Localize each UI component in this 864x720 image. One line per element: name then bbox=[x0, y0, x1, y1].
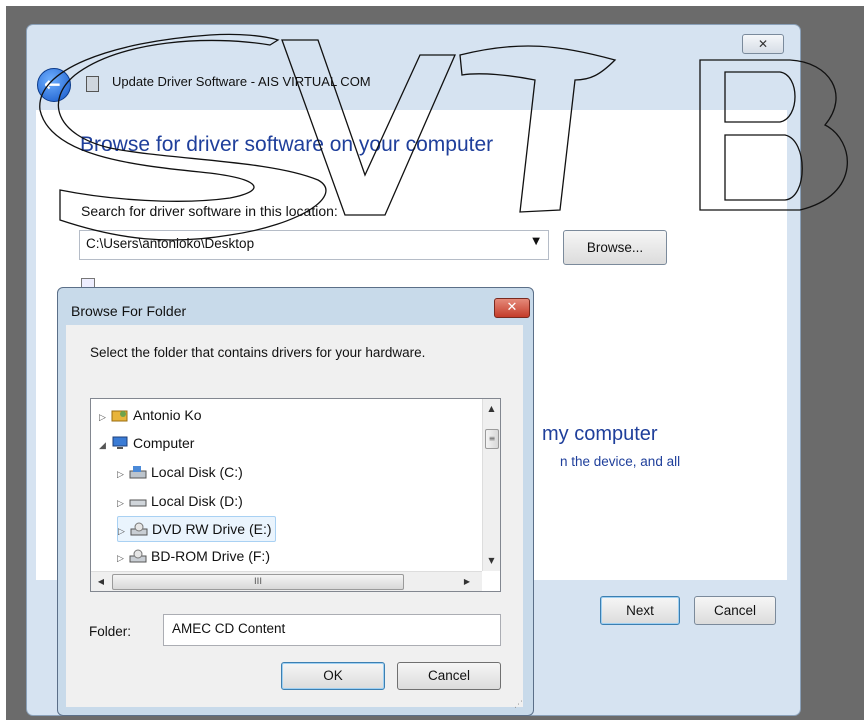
dialog-title: Browse For Folder bbox=[71, 303, 187, 319]
drive-icon bbox=[129, 491, 147, 507]
tree-item-dvd-rw-drive[interactable]: ▷ DVD RW Drive (E:) bbox=[117, 516, 276, 542]
horizontal-scrollbar[interactable]: ◀ III ▶ bbox=[91, 571, 482, 591]
folder-input-value: AMEC CD Content bbox=[172, 621, 286, 636]
tree-item-local-disk-d[interactable]: ▷ Local Disk (D:) bbox=[117, 489, 243, 513]
expand-icon[interactable]: ▷ bbox=[117, 546, 129, 570]
chevron-down-icon[interactable]: ▼ bbox=[532, 236, 540, 247]
resize-grip-icon[interactable]: ⋰ bbox=[514, 700, 523, 710]
user-folder-icon bbox=[111, 405, 129, 422]
tree-item-label: Local Disk (C:) bbox=[151, 464, 243, 480]
tree-item-computer[interactable]: ◢ Computer bbox=[99, 431, 194, 455]
tree-item-label: Computer bbox=[133, 435, 195, 451]
tree-item-local-disk-c[interactable]: ▷ Local Disk (C:) bbox=[117, 460, 243, 484]
location-value: C:\Users\antonioko\Desktop bbox=[86, 236, 255, 251]
horizontal-scroll-thumb[interactable]: III bbox=[112, 574, 404, 590]
bd-drive-icon bbox=[129, 546, 147, 563]
page-heading: Browse for driver software on your compu… bbox=[80, 133, 494, 156]
tree-item-label: Local Disk (D:) bbox=[151, 493, 243, 509]
back-button[interactable]: ← bbox=[37, 68, 71, 102]
location-combobox[interactable]: C:\Users\antonioko\Desktop ▼ bbox=[79, 230, 549, 260]
pick-from-list-description: n the device, and all bbox=[560, 454, 681, 469]
ok-button[interactable]: OK bbox=[281, 662, 385, 690]
dialog-cancel-button[interactable]: Cancel bbox=[397, 662, 501, 690]
folder-input[interactable]: AMEC CD Content bbox=[163, 614, 501, 646]
scroll-right-icon[interactable]: ▶ bbox=[459, 572, 475, 591]
tree-item-label: Antonio Ko bbox=[133, 407, 202, 423]
computer-icon bbox=[111, 433, 129, 449]
browse-button[interactable]: Browse... bbox=[563, 230, 667, 265]
vertical-scroll-thumb[interactable]: ≡ bbox=[485, 429, 499, 449]
dvd-drive-icon bbox=[130, 519, 148, 536]
expand-icon[interactable]: ▷ bbox=[117, 491, 129, 515]
folder-tree[interactable]: ▷ Antonio Ko ◢ Computer ▷ Local Disk (C:) ▷… bbox=[90, 398, 501, 592]
tree-item-antonio-ko[interactable]: ▷ Antonio Ko bbox=[99, 403, 202, 427]
next-button[interactable]: Next bbox=[600, 596, 680, 625]
scroll-left-icon[interactable]: ◀ bbox=[93, 572, 109, 591]
cancel-button[interactable]: Cancel bbox=[694, 596, 776, 625]
window-title: Update Driver Software - AIS VIRTUAL COM bbox=[112, 74, 371, 89]
back-arrow-icon: ← bbox=[44, 72, 61, 96]
vertical-scrollbar[interactable]: ▲ ≡ ▼ bbox=[482, 399, 500, 571]
collapse-icon[interactable]: ◢ bbox=[99, 433, 111, 457]
expand-icon[interactable]: ▷ bbox=[117, 462, 129, 486]
dialog-close-button[interactable]: ✕ bbox=[494, 298, 530, 318]
window-close-button[interactable]: ✕ bbox=[742, 34, 784, 54]
scroll-up-icon[interactable]: ▲ bbox=[483, 401, 500, 417]
tree-item-bd-rom-drive[interactable]: ▷ BD-ROM Drive (F:) bbox=[117, 544, 270, 568]
search-location-label: Search for driver software in this locat… bbox=[81, 203, 338, 219]
expand-icon[interactable]: ▷ bbox=[118, 519, 130, 543]
tree-item-label: DVD RW Drive (E:) bbox=[152, 521, 272, 537]
system-drive-icon bbox=[129, 462, 147, 479]
folder-label: Folder: bbox=[89, 624, 132, 639]
pick-from-list-link[interactable]: my computer bbox=[542, 423, 658, 446]
dialog-description: Select the folder that contains drivers … bbox=[90, 345, 426, 360]
scroll-down-icon[interactable]: ▼ bbox=[483, 553, 500, 569]
tree-item-label: BD-ROM Drive (F:) bbox=[151, 548, 270, 564]
device-icon bbox=[86, 76, 99, 92]
expand-icon[interactable]: ▷ bbox=[99, 405, 111, 429]
